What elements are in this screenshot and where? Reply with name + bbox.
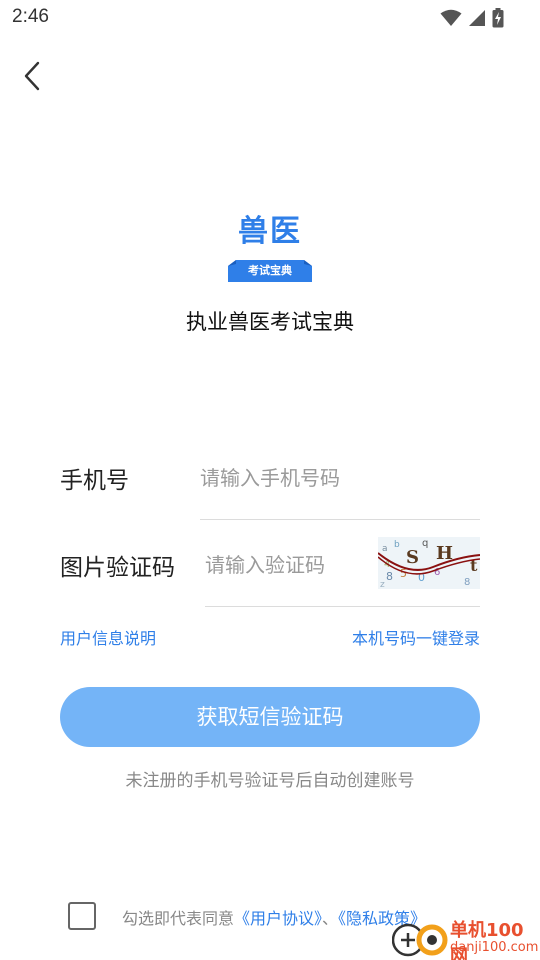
svg-text:a: a	[382, 544, 388, 554]
one-click-login-link[interactable]: 本机号码一键登录	[352, 625, 480, 649]
user-info-link[interactable]: 用户信息说明	[60, 625, 156, 649]
chevron-left-icon	[24, 61, 40, 91]
app-name: 执业兽医考试宝典	[186, 310, 354, 334]
status-time: 2:46	[12, 6, 49, 27]
app-logo: 兽医 考试宝典	[224, 212, 316, 284]
svg-text:8: 8	[386, 570, 393, 583]
watermark-logo-icon	[392, 923, 448, 957]
svg-text:b: b	[394, 540, 400, 550]
phone-label: 手机号	[60, 468, 129, 494]
captcha-input[interactable]	[205, 547, 373, 583]
phone-input[interactable]	[200, 460, 480, 496]
status-icons	[440, 8, 504, 28]
agreement-prefix: 勾选即代表同意	[122, 909, 235, 928]
captcha-divider	[205, 606, 480, 607]
agreement-text: 勾选即代表同意《用户协议》、《隐私政策》	[122, 905, 426, 929]
svg-text:S: S	[406, 547, 419, 568]
watermark-line2: danji100.com	[450, 940, 539, 955]
battery-charging-icon	[492, 8, 504, 28]
agreement-checkbox[interactable]	[68, 902, 96, 930]
captcha-image[interactable]: a b q 4 8 5 0 6 8 z S H t	[378, 537, 480, 589]
status-bar: 2:46	[0, 0, 540, 36]
site-watermark: 单机100网 danji100.com	[392, 912, 540, 960]
get-sms-code-button[interactable]: 获取短信验证码	[60, 687, 480, 747]
phone-divider	[200, 519, 480, 520]
svg-text:z: z	[380, 580, 385, 589]
agreement-separator: 、	[322, 909, 339, 928]
svg-text:q: q	[422, 538, 428, 549]
back-button[interactable]	[16, 58, 48, 94]
svg-text:8: 8	[464, 577, 470, 588]
wifi-icon	[440, 9, 462, 26]
logo-title: 兽医	[238, 214, 302, 249]
captcha-label: 图片验证码	[60, 555, 175, 581]
user-agreement-link[interactable]: 《用户协议》	[234, 909, 322, 928]
cellular-signal-icon	[469, 10, 485, 26]
auto-register-hint: 未注册的手机号验证号后自动创建账号	[125, 771, 415, 791]
logo-subtitle: 考试宝典	[248, 264, 292, 277]
